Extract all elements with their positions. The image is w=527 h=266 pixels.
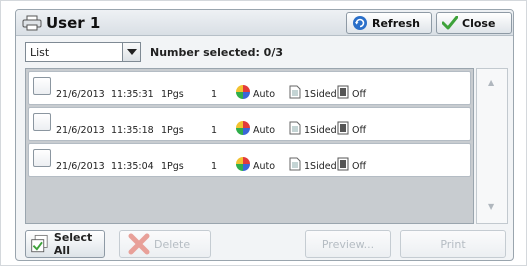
job-pages: 1Pgs: [161, 125, 184, 136]
job-date: 21/6/2013: [56, 89, 105, 100]
job-color-mode: Auto: [253, 125, 276, 136]
job-copies: 1: [211, 89, 218, 100]
refresh-label: Refresh: [372, 16, 420, 30]
job-date: 21/6/2013: [56, 161, 105, 172]
scrollbar[interactable]: ▲ ▼: [476, 68, 508, 224]
select-all-icon: [31, 234, 48, 253]
job-staple: Off: [352, 89, 367, 100]
select-all-label: Select All: [53, 231, 93, 257]
scroll-up-arrow-icon[interactable]: ▲: [488, 78, 494, 87]
job-sides: 1Sided: [304, 89, 337, 100]
preview-label: Preview...: [321, 237, 375, 251]
job-row[interactable]: 21/6/2013 11:35:18 1Pgs 1 Auto 1Sided Of…: [28, 107, 471, 141]
window-title: User 1: [46, 14, 101, 32]
checkmark-icon: [442, 16, 458, 30]
refresh-icon: [353, 16, 367, 30]
print-label: Print: [440, 237, 466, 251]
job-checkbox[interactable]: [33, 77, 51, 95]
refresh-button[interactable]: Refresh: [346, 12, 432, 34]
job-copies: 1: [211, 125, 218, 136]
color-wheel-icon: [236, 157, 250, 174]
staple-icon: [337, 121, 349, 138]
job-pages: 1Pgs: [161, 161, 184, 172]
view-dropdown-value: List: [30, 46, 50, 59]
color-wheel-icon: [236, 85, 250, 102]
scroll-down-arrow-icon[interactable]: ▼: [488, 202, 494, 211]
print-button[interactable]: Print: [400, 230, 506, 258]
job-sides: 1Sided: [304, 161, 337, 172]
job-row[interactable]: 21/6/2013 11:35:31 1Pgs 1 Auto 1Sided Of…: [28, 71, 471, 105]
job-color-mode: Auto: [253, 161, 276, 172]
page-icon: [289, 157, 301, 174]
view-dropdown[interactable]: List: [25, 42, 141, 62]
list-toolbar: List Number selected: 0/3: [16, 38, 513, 64]
title-bar: User 1 Refresh Close: [16, 10, 513, 36]
color-wheel-icon: [236, 121, 250, 138]
select-all-button[interactable]: Select All: [25, 230, 105, 258]
job-time: 11:35:04: [111, 161, 154, 172]
job-checkbox[interactable]: [33, 149, 51, 167]
chevron-down-icon[interactable]: [122, 43, 140, 61]
job-sides: 1Sided: [304, 125, 337, 136]
preview-button[interactable]: Preview...: [305, 230, 391, 258]
job-checkbox[interactable]: [33, 113, 51, 131]
window-panel: User 1 Refresh Close List Number selecte…: [15, 9, 514, 261]
selected-count: Number selected: 0/3: [150, 46, 283, 59]
page-icon: [289, 85, 301, 102]
close-label: Close: [462, 16, 496, 30]
job-list: 21/6/2013 11:35:31 1Pgs 1 Auto 1Sided Of…: [25, 68, 474, 224]
staple-icon: [337, 157, 349, 174]
job-staple: Off: [352, 125, 367, 136]
job-time: 11:35:18: [111, 125, 154, 136]
job-date: 21/6/2013: [56, 125, 105, 136]
page-icon: [289, 121, 301, 138]
close-button[interactable]: Close: [436, 12, 512, 34]
job-staple: Off: [352, 161, 367, 172]
job-list-window: User 1 Refresh Close List Number selecte…: [0, 0, 527, 266]
delete-label: Delete: [154, 237, 191, 251]
delete-x-icon: [128, 233, 150, 255]
job-row[interactable]: 21/6/2013 11:35:04 1Pgs 1 Auto 1Sided Of…: [28, 143, 471, 177]
staple-icon: [337, 85, 349, 102]
job-color-mode: Auto: [253, 89, 276, 100]
action-bar: Select All Delete Preview... Print: [16, 230, 513, 260]
job-copies: 1: [211, 161, 218, 172]
printer-icon: [22, 15, 42, 31]
job-time: 11:35:31: [111, 89, 154, 100]
delete-button[interactable]: Delete: [119, 230, 211, 258]
job-pages: 1Pgs: [161, 89, 184, 100]
